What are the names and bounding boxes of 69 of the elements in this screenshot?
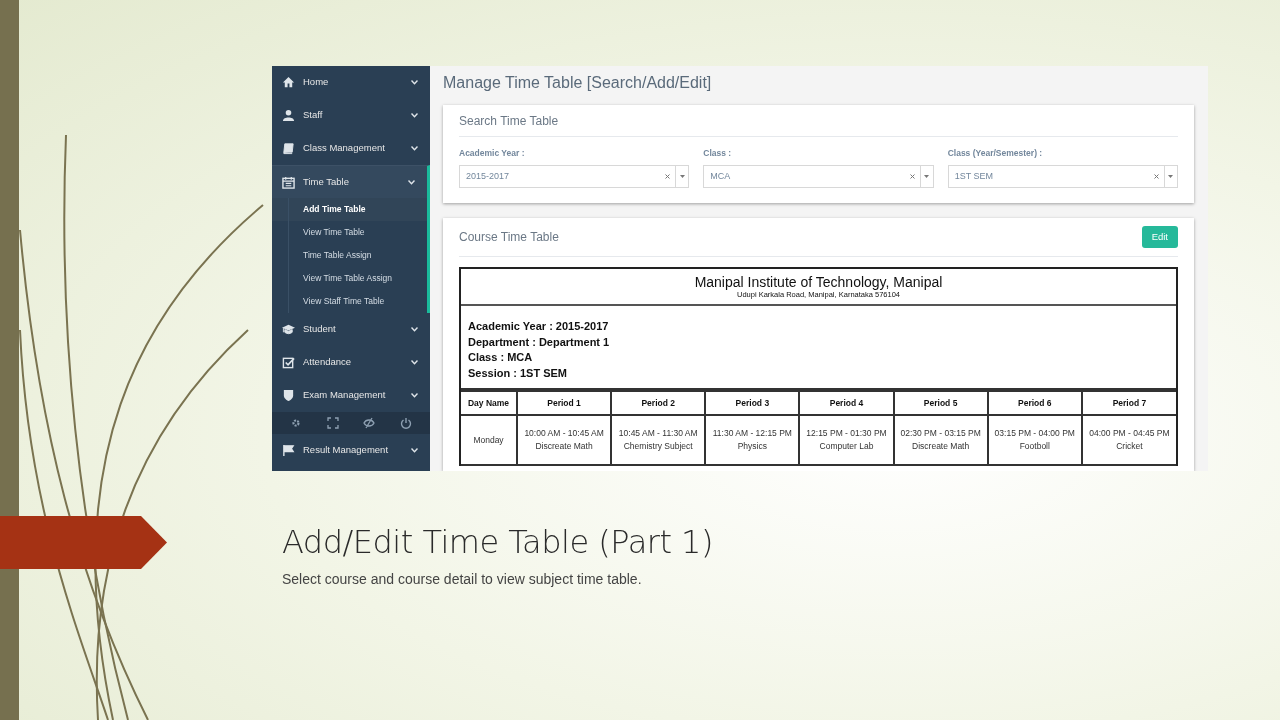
panel-title: Course Time Table	[459, 229, 559, 247]
sidebar-item[interactable]: Exam Management	[272, 379, 430, 412]
sidebar-item[interactable]: Class Management	[272, 132, 430, 165]
sidebar-item[interactable]: Student	[272, 313, 430, 346]
clear-icon[interactable]	[1154, 173, 1159, 179]
column-header: Period 1	[517, 391, 612, 416]
column-header: Day Name	[461, 391, 517, 416]
submenu-item[interactable]: View Time Table	[272, 221, 427, 244]
submenu-item[interactable]: View Staff Time Table	[272, 290, 427, 313]
power-icon[interactable]	[399, 417, 412, 429]
user-icon	[282, 109, 295, 122]
chevron-down-icon	[411, 360, 418, 365]
sidebar-item[interactable]: Attendance	[272, 346, 430, 379]
select-field[interactable]: 2015-2017	[459, 164, 690, 188]
chevron-down-icon	[411, 327, 418, 332]
sidebar-item[interactable]: Home	[272, 66, 430, 99]
flag-icon	[282, 444, 295, 457]
calendar-icon	[282, 175, 295, 189]
chevron-down-icon	[411, 146, 418, 151]
graduation-cap-icon	[282, 323, 295, 336]
chevron-down-icon	[411, 113, 418, 118]
eye-slash-icon[interactable]	[363, 417, 376, 429]
info-line: Class : MCA	[468, 350, 533, 366]
book-icon	[282, 142, 295, 155]
field-label: Class (Year/Semester) :	[947, 147, 1043, 160]
page-title: Manage Time Table [Search/Add/Edit]	[443, 73, 712, 94]
caret-icon	[1168, 174, 1174, 178]
table-cell: 12:15 PM - 01:30 PM Computer Lab	[799, 415, 894, 466]
column-header: Period 2	[611, 391, 706, 416]
chevron-down-icon	[408, 179, 415, 185]
sidebar-item[interactable]: Result Management	[272, 434, 430, 467]
info-line: Academic Year : 2015-2017	[468, 318, 609, 334]
submenu-item[interactable]: Add Time Table	[272, 198, 427, 221]
table-cell: 03:15 PM - 04:00 PM Footboll	[987, 415, 1082, 466]
field-label: Class :	[703, 147, 732, 160]
table-cell: Monday	[461, 415, 517, 466]
submenu-item[interactable]: View Time Table Assign	[272, 267, 427, 290]
column-header: Period 6	[987, 391, 1082, 416]
column-header: Period 4	[799, 391, 894, 416]
submenu-item[interactable]: Time Table Assign	[272, 244, 427, 267]
chevron-down-icon	[411, 393, 418, 398]
info-line: Department : Department 1	[468, 334, 610, 350]
panel-title: Search Time Table	[459, 105, 1178, 138]
column-header: Period 5	[893, 391, 988, 416]
clear-icon[interactable]	[909, 173, 915, 179]
select-field[interactable]: MCA	[703, 164, 934, 188]
info-line: Session : 1ST SEM	[468, 365, 568, 381]
institute-name: Manipal Institute of Technology, Manipal	[694, 273, 943, 290]
select-field[interactable]: 1ST SEM	[947, 164, 1178, 188]
table-cell: 02:30 PM - 03:15 PM Discreate Math	[893, 415, 988, 466]
checkbox-icon	[282, 356, 295, 369]
column-header: Period 7	[1081, 391, 1176, 416]
fullscreen-icon[interactable]	[326, 417, 339, 429]
slide-subtitle: Select course and course detail to view subject time table.	[282, 570, 642, 589]
slide-title: Add/Edit Time Table (Part 1)	[282, 522, 713, 563]
sidebar-item[interactable]: Staff	[272, 99, 430, 132]
table-cell: 10:00 AM - 10:45 AM Discreate Math	[517, 415, 612, 466]
clear-icon[interactable]	[665, 173, 671, 179]
table-cell: 11:30 AM - 12:15 PM Physics	[705, 415, 800, 466]
sidebar-item[interactable]: Time Table	[272, 165, 430, 198]
home-icon	[282, 76, 295, 89]
column-header: Period 3	[705, 391, 800, 416]
shield-icon	[282, 389, 295, 402]
caret-icon	[679, 174, 685, 178]
chevron-down-icon	[411, 448, 418, 453]
chevron-down-icon	[411, 80, 418, 85]
field-label: Academic Year :	[459, 147, 525, 160]
caret-icon	[924, 174, 930, 178]
table-cell: 10:45 AM - 11:30 AM Chemistry Subject	[611, 415, 706, 466]
